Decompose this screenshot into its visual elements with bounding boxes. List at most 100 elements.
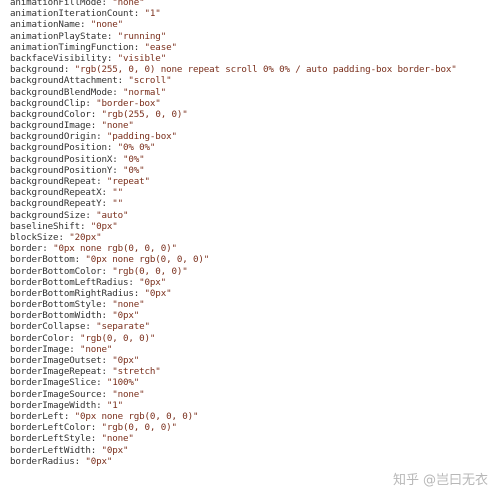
property-row: borderLeftColor: "rgb(0, 0, 0)" [10,422,496,433]
property-row: borderLeftStyle: "none" [10,433,496,444]
property-row: borderLeftWidth: "0px" [10,445,496,456]
property-value: "rgb(0, 0, 0)" [101,422,177,434]
property-row: borderImage: "none" [10,344,496,355]
property-row: background: "rgb(255, 0, 0) none repeat … [10,64,496,75]
property-value: "none" [101,433,134,445]
property-name: borderBottomLeftRadius [10,276,129,288]
property-name: borderImageRepeat [10,366,102,378]
watermark-site: 知乎 [392,472,419,488]
property-value: "rgb(0, 0, 0)" [79,332,156,344]
property-separator: : [90,120,102,132]
property-name: backgroundOrigin [10,131,97,143]
property-row: borderBottom: "0px none rgb(0, 0, 0)" [10,254,496,265]
property-row: borderImageSource: "none" [10,389,496,400]
property-row: backgroundBlendMode: "normal" [10,87,496,98]
property-row: borderCollapse: "separate" [10,321,496,332]
property-value: "0px none rgb(0, 0, 0)" [85,254,210,266]
property-value: "0% 0%" [117,142,156,154]
property-name: backgroundBlendMode [10,86,113,98]
property-value: "none" [112,0,145,8]
property-row: borderRadius: "0px" [10,456,496,467]
property-value: "rgb(255, 0, 0)" [101,108,188,120]
property-name: backgroundPosition [10,142,107,154]
property-row: borderBottomWidth: "0px" [10,310,496,321]
property-row: borderImageRepeat: "stretch" [10,366,496,377]
property-name: backgroundRepeat [10,176,97,187]
property-separator: : [117,75,129,87]
property-value: "none" [112,388,145,400]
property-name: borderLeft [10,410,64,422]
property-value: "0px" [112,310,140,322]
property-separator: : [74,254,86,266]
property-separator: : [106,142,118,154]
property-name: backgroundPositionX [10,153,113,165]
property-name: borderImageOutset [10,355,102,366]
property-value: "" [112,198,124,210]
property-name: animationTimingFunction [10,41,134,53]
property-name: borderBottomWidth [10,310,102,322]
property-value: "running" [117,30,167,42]
property-value: "0px" [112,355,140,366]
property-row: animationTimingFunction: "ease" [10,42,496,53]
property-separator: : [133,8,145,20]
property-value: "ease" [144,41,177,53]
property-name: backfaceVisibility [10,52,107,64]
property-name: blockSize [10,231,59,243]
property-separator: : [74,455,86,467]
property-name: borderLeftColor [10,422,91,434]
property-name: backgroundColor [10,108,91,120]
property-separator: : [101,0,113,8]
property-row: borderBottomLeftRadius: "0px" [10,277,496,288]
property-separator: : [106,52,118,64]
property-name: animationFillMode [10,0,102,8]
property-name: borderColor [10,332,70,344]
property-value: "none" [112,299,145,311]
computed-style-list: animationFillMode: "none" animationIterat… [10,0,496,494]
property-name: backgroundClip [10,97,86,109]
property-name: borderLeftStyle [10,433,91,445]
property-separator: : [58,231,70,243]
property-value: "" [112,187,124,199]
property-value: "100%" [106,377,140,389]
property-name: borderImageSource [10,388,102,400]
property-row: borderBottomRightRadius: "0px" [10,288,496,299]
property-row: borderBottomStyle: "none" [10,299,496,310]
property-row: backgroundAttachment: "scroll" [10,75,496,86]
property-name: borderImage [10,343,70,355]
property-separator: : [101,310,113,322]
property-row: animationIterationCount: "1" [10,8,496,19]
property-separator: : [101,187,113,199]
property-name: backgroundAttachment [10,75,118,87]
property-value: "0px none rgb(0, 0, 0)" [74,410,199,422]
property-row: borderBottomColor: "rgb(0, 0, 0)" [10,266,496,277]
property-row: borderLeft: "0px none rgb(0, 0, 0)" [10,411,496,422]
property-value: "none" [101,120,134,132]
property-name: backgroundRepeatY [10,198,102,210]
property-row: borderColor: "rgb(0, 0, 0)" [10,333,496,344]
property-separator: : [101,299,113,311]
property-separator: : [85,97,97,109]
property-value: "1" [144,8,161,20]
property-separator: : [69,343,80,355]
property-separator: : [79,19,91,31]
property-value: "auto" [96,209,129,221]
property-name: backgroundPositionY [10,164,113,176]
property-value: "20px" [69,231,102,243]
property-value: "rgb(0, 0, 0)" [112,265,188,277]
property-separator: : [90,108,102,120]
watermark-author: @岂曰无衣 [422,472,488,488]
property-row: animationName: "none" [10,19,496,30]
property-value: "separate" [96,321,150,333]
property-separator: : [101,265,113,277]
property-separator: : [101,366,113,378]
property-name: animationIterationCount [10,8,134,20]
property-separator: : [42,243,54,255]
property-row: backgroundImage: "none" [10,120,496,131]
property-row: blockSize: "20px" [10,232,496,243]
property-row: animationPlayState: "running" [10,31,496,42]
property-name: borderBottomColor [10,265,102,277]
property-separator: : [96,176,107,187]
property-separator: : [79,220,91,232]
property-value: "repeat" [106,176,150,187]
property-row: backgroundOrigin: "padding-box" [10,131,496,142]
